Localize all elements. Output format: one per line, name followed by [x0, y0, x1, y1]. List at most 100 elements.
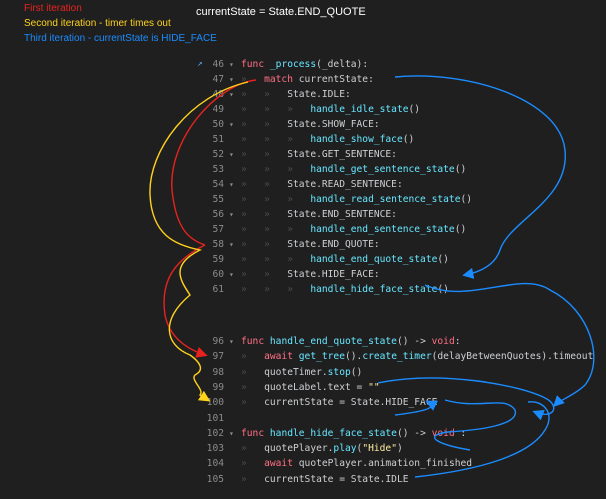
- fold-chevron-icon[interactable]: ▾: [229, 72, 239, 87]
- code-token: currentState = State.IDLE: [264, 473, 409, 485]
- code-line[interactable]: 101: [0, 411, 606, 426]
- code-line[interactable]: 96 ▾ func handle_end_quote_state() -> void…: [0, 334, 606, 349]
- fold-chevron-icon[interactable]: ▾: [229, 147, 239, 162]
- code-token: quotePlayer.: [264, 443, 334, 455]
- code-line[interactable]: 61 » » » handle_hide_face_state(): [0, 282, 606, 297]
- line-number: 101: [206, 412, 224, 424]
- code-text: » » State.SHOW_FACE:: [241, 117, 380, 132]
- code-token: currentState:: [298, 74, 374, 85]
- line-number: 55: [212, 194, 224, 205]
- code-token: (delayBetweenQuotes).timeout: [431, 351, 594, 363]
- code-token: ().: [344, 351, 363, 363]
- code-text: » » » handle_idle_state(): [241, 102, 420, 117]
- code-line[interactable]: 103 » quotePlayer.play("Hide"): [0, 441, 606, 456]
- fold-chevron-icon[interactable]: ▾: [229, 117, 239, 132]
- code-line[interactable]: 49 » » » handle_idle_state(): [0, 102, 606, 117]
- jump-to-definition-icon[interactable]: ↗: [195, 57, 205, 72]
- code-token: handle_end_quote_state: [269, 336, 397, 347]
- indent-guide: » » »: [241, 224, 311, 235]
- code-line[interactable]: 55 » » » handle_read_sentence_state(): [0, 192, 606, 207]
- code-token: (): [454, 164, 467, 175]
- code-line[interactable]: 98 » quoteTimer.stop(): [0, 365, 606, 380]
- code-token: State.GET_SENTENCE:: [287, 149, 397, 160]
- line-number: 52: [212, 149, 224, 160]
- code-token: () ->: [396, 336, 432, 347]
- line-number: 98: [212, 366, 224, 378]
- indent-guide: »: [241, 351, 265, 363]
- fold-chevron-icon[interactable]: ▾: [229, 334, 239, 349]
- fold-chevron-icon[interactable]: ▾: [229, 267, 239, 282]
- code-text: func handle_end_quote_state() -> void:: [241, 334, 461, 349]
- fold-chevron-icon[interactable]: ▾: [229, 87, 239, 102]
- code-line[interactable]: 57 » » » handle_end_sentence_state(): [0, 222, 606, 237]
- code-line[interactable]: 59 » » » handle_end_quote_state(): [0, 252, 606, 267]
- code-line[interactable]: 105 » currentState = State.IDLE: [0, 472, 606, 487]
- indent-guide: » » »: [241, 104, 311, 115]
- line-number: 47: [212, 74, 224, 85]
- code-token: await: [264, 351, 299, 363]
- code-token: (): [437, 254, 449, 265]
- code-token: State.END_SENTENCE:: [287, 209, 397, 220]
- indent-guide: » »: [241, 209, 288, 220]
- code-editor[interactable]: ↗ 46 ▾ func _process(_delta): 47 ▾» match cur…: [0, 0, 606, 499]
- code-text: » » » handle_end_quote_state(): [241, 252, 449, 267]
- line-number: 103: [206, 443, 224, 455]
- code-token: quoteLabel.text =: [264, 381, 369, 393]
- code-text: » currentState = State.IDLE: [241, 472, 409, 487]
- line-number: 60: [212, 269, 224, 280]
- code-token: handle_end_quote_state: [310, 254, 438, 265]
- code-line[interactable]: 48 ▾» » State.IDLE:: [0, 87, 606, 102]
- code-token: handle_read_sentence_state: [310, 194, 461, 205]
- code-token: quoteTimer.: [264, 366, 328, 378]
- code-token: get_tree: [298, 351, 345, 363]
- fold-chevron-icon[interactable]: ▾: [229, 426, 239, 441]
- code-line[interactable]: 54 ▾» » State.READ_SENTENCE:: [0, 177, 606, 192]
- code-line[interactable]: 58 ▾» » State.END_QUOTE:: [0, 237, 606, 252]
- line-number: 50: [212, 119, 224, 130]
- indent-guide: » »: [241, 89, 288, 100]
- code-line[interactable]: 60 ▾» » State.HIDE_FACE:: [0, 267, 606, 282]
- line-number: 104: [206, 458, 224, 470]
- code-text: » » State.HIDE_FACE:: [241, 267, 380, 282]
- code-token: handle_hide_face_state: [269, 427, 397, 439]
- indent-guide: »: [241, 366, 265, 378]
- code-token: (): [454, 224, 467, 235]
- code-line[interactable]: 50 ▾» » State.SHOW_FACE:: [0, 117, 606, 132]
- code-line[interactable]: 47 ▾» match currentState:: [0, 72, 606, 87]
- line-number: 96: [212, 336, 224, 347]
- fold-chevron-icon[interactable]: ▾: [229, 237, 239, 252]
- fold-chevron-icon[interactable]: ▾: [229, 177, 239, 192]
- code-token: _process: [269, 59, 317, 70]
- code-line[interactable]: 56 ▾» » State.END_SENTENCE:: [0, 207, 606, 222]
- code-line[interactable]: 53 » » » handle_get_sentence_state(): [0, 162, 606, 177]
- indent-guide: » » »: [241, 194, 311, 205]
- indent-guide: » »: [241, 269, 288, 280]
- code-line[interactable]: 102 ▾ func handle_hide_face_state() -> voi…: [0, 426, 606, 441]
- code-token: (): [402, 134, 415, 145]
- code-token: () ->: [396, 427, 432, 439]
- code-line[interactable]: 97 » await get_tree().create_timer(delayB…: [0, 349, 606, 364]
- line-number: 100: [206, 397, 224, 409]
- line-number: 46: [212, 59, 224, 70]
- code-line[interactable]: 100 » currentState = State.HIDE_FACE: [0, 395, 606, 410]
- line-number: 99: [212, 381, 224, 393]
- code-text: » » » handle_read_sentence_state(): [241, 192, 472, 207]
- fold-chevron-icon[interactable]: ▾: [229, 57, 239, 72]
- line-number: 48: [212, 89, 224, 100]
- code-token: handle_idle_state: [310, 104, 409, 115]
- code-text: » » » handle_hide_face_state(): [241, 282, 449, 297]
- code-text: » await quotePlayer.animation_finished: [241, 456, 472, 471]
- code-token: (): [408, 104, 421, 115]
- code-line[interactable]: 52 ▾» » State.GET_SENTENCE:: [0, 147, 606, 162]
- code-line[interactable]: 104 » await quotePlayer.animation_finishe…: [0, 456, 606, 471]
- code-text: » » » handle_show_face(): [241, 132, 414, 147]
- fold-chevron-icon[interactable]: ▾: [229, 207, 239, 222]
- code-line[interactable]: 99 » quoteLabel.text = "": [0, 380, 606, 395]
- code-line[interactable]: 51 » » » handle_show_face(): [0, 132, 606, 147]
- code-text: » quotePlayer.play("Hide"): [241, 441, 403, 456]
- indent-guide: » » »: [241, 134, 311, 145]
- indent-guide: »: [241, 443, 265, 455]
- code-line[interactable]: ↗ 46 ▾ func _process(_delta):: [0, 57, 606, 72]
- code-token: stop: [327, 366, 351, 378]
- line-number: 57: [212, 224, 224, 235]
